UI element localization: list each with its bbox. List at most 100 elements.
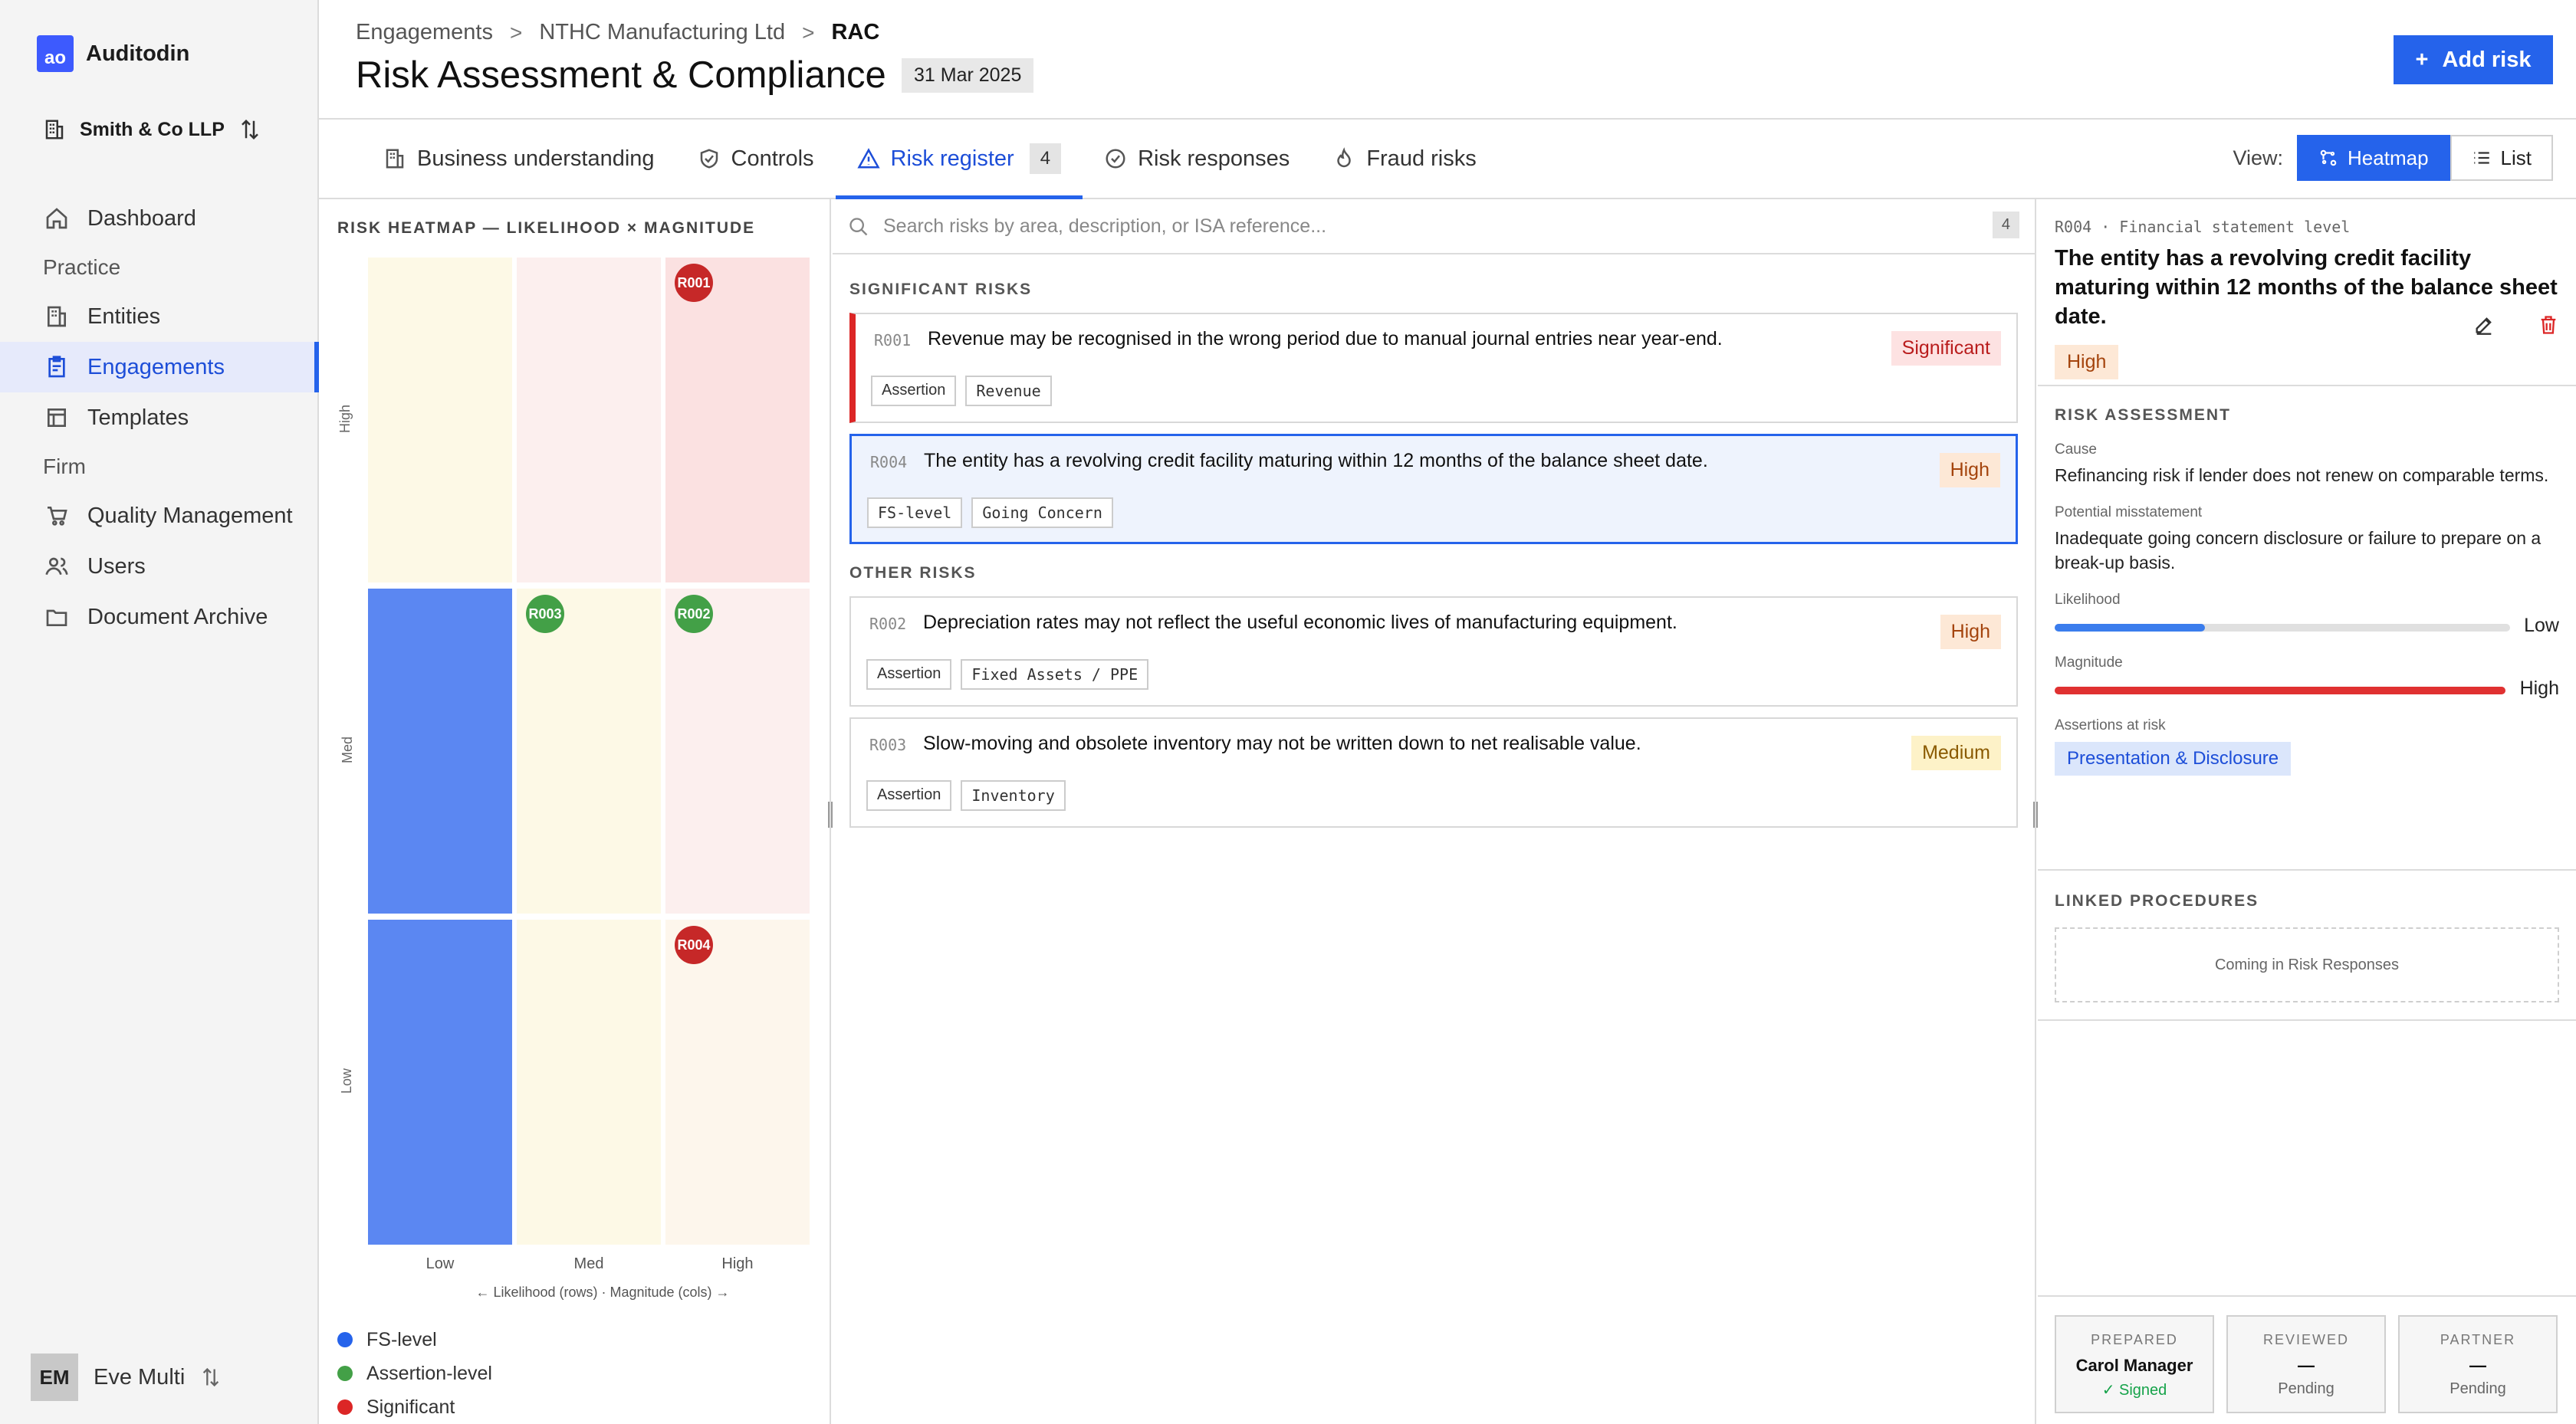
risk-description: Slow-moving and obsolete inventory may n… (923, 733, 1641, 754)
brand[interactable]: ao Auditodin (37, 35, 189, 72)
user-menu[interactable]: EM Eve Multi (31, 1353, 222, 1401)
heatmap-cell-low-low[interactable] (368, 920, 512, 1245)
signoff-name: — (2298, 1356, 2315, 1375)
sidebar-item-quality[interactable]: Quality Management (0, 491, 317, 541)
flame-icon (1337, 147, 1352, 168)
legend-label: Significant (366, 1396, 455, 1418)
risk-card[interactable]: R002 Depreciation rates may not reflect … (849, 596, 2018, 707)
risk-assessment-section: RISK ASSESSMENT Cause Refinancing risk i… (2055, 406, 2559, 776)
sidebar-item-entities[interactable]: Entities (0, 291, 317, 342)
page-header: Engagements > NTHC Manufacturing Ltd > R… (319, 0, 2576, 120)
signoff-role: REVIEWED (2262, 1332, 2349, 1347)
heatmap-cell-high-high[interactable] (665, 258, 810, 582)
legend-item: Significant (337, 1390, 492, 1424)
page-title: Risk Assessment & Compliance (356, 54, 886, 96)
heatmap-legend: FS-level Assertion-level Significant (337, 1323, 492, 1424)
plus-icon: + (2415, 47, 2429, 72)
heatmap-view-button[interactable]: Heatmap (2297, 135, 2450, 181)
tab-count-badge: 4 (1029, 143, 1062, 174)
heatmap-row-label: Low (339, 1068, 355, 1094)
tab-label: Business understanding (417, 146, 655, 171)
sidebar-item-label: Document Archive (87, 604, 268, 629)
signoff-role: PREPARED (2091, 1332, 2178, 1347)
detail-level-badge: High (2055, 345, 2119, 379)
heatmap-marker[interactable]: R003 (526, 595, 564, 633)
risk-description: Revenue may be recognised in the wrong p… (928, 328, 1723, 349)
user-name: Eve Multi (94, 1364, 186, 1390)
view-label: View: (2233, 146, 2284, 169)
heatmap-col-label: Med (573, 1255, 604, 1272)
legend-item: FS-level (337, 1323, 492, 1357)
heatmap-view-label: Heatmap (2348, 146, 2429, 169)
list-icon (2473, 152, 2489, 164)
tab-label: Fraud risks (1366, 146, 1477, 171)
heatmap-cell-low-med[interactable] (517, 920, 661, 1245)
tab-business-understanding[interactable]: Business understanding (362, 120, 676, 198)
risk-card-selected[interactable]: R004 The entity has a revolving credit f… (849, 434, 2018, 544)
risk-tag: Inventory (961, 780, 1066, 811)
list-view-label: List (2500, 146, 2532, 169)
heatmap-cell-high-med[interactable] (517, 258, 661, 582)
risk-level-badge: High (1940, 615, 2001, 649)
search-bar[interactable]: Search risks by area, description, or IS… (833, 199, 2035, 254)
brand-logo: ao (37, 35, 74, 72)
list-view-button[interactable]: List (2450, 135, 2553, 181)
risk-level-badge: High (1939, 453, 2000, 487)
sidebar-nav: Dashboard Practice Entities Engagements … (0, 193, 319, 642)
nav-section-firm: Firm (43, 454, 86, 478)
risk-card[interactable]: R001 Revenue may be recognised in the wr… (849, 313, 2018, 423)
sidebar-item-label: Quality Management (87, 503, 293, 528)
tab-risk-register[interactable]: Risk register 4 (835, 120, 1083, 199)
sidebar-item-templates[interactable]: Templates (0, 392, 317, 443)
signoff-reviewed[interactable]: REVIEWED — Pending (2226, 1315, 2386, 1413)
sidebar-item-dashboard[interactable]: Dashboard (0, 193, 317, 244)
sidebar-item-users[interactable]: Users (0, 541, 317, 592)
risk-id: R002 (869, 615, 907, 633)
tab-fraud-risks[interactable]: Fraud risks (1311, 120, 1497, 198)
heatmap-cell-med-low[interactable] (368, 589, 512, 914)
risk-card[interactable]: R003 Slow-moving and obsolete inventory … (849, 717, 2018, 828)
likelihood-meter: Low (2055, 615, 2559, 638)
heatmap-cell-low-high[interactable] (665, 920, 810, 1245)
detail-header: R004 · Financial statement level The ent… (2055, 218, 2559, 379)
heatmap-marker[interactable]: R004 (675, 926, 713, 964)
tab-risk-responses[interactable]: Risk responses (1083, 120, 1311, 198)
sidebar-item-label: Dashboard (87, 205, 196, 231)
breadcrumb-engagements[interactable]: Engagements (356, 20, 493, 45)
swap-icon (242, 119, 258, 140)
risk-tag: FS-level (867, 497, 963, 528)
heatmap-cell-med-med[interactable] (517, 589, 661, 914)
breadcrumb-entity[interactable]: NTHC Manufacturing Ltd (539, 20, 785, 45)
signoff-partner[interactable]: PARTNER — Pending (2398, 1315, 2558, 1413)
org-switcher[interactable]: Smith & Co LLP (43, 118, 261, 141)
home-icon (46, 208, 67, 229)
tab-label: Risk register (890, 146, 1014, 171)
add-risk-button[interactable]: + Add risk (2394, 35, 2553, 84)
edit-icon[interactable] (2473, 314, 2495, 336)
signoff-role: PARTNER (2440, 1332, 2516, 1347)
sidebar-item-label: Entities (87, 304, 161, 329)
date-badge: 31 Mar 2025 (902, 58, 1034, 93)
heatmap-marker[interactable]: R002 (675, 595, 713, 633)
signoff-name: — (2469, 1356, 2486, 1375)
users-icon (45, 557, 68, 576)
risk-tag: Assertion (866, 780, 952, 811)
assertion-chip: Presentation & Disclosure (2055, 742, 2292, 776)
tab-controls[interactable]: Controls (676, 120, 836, 198)
clipboard-icon (48, 356, 65, 378)
sidebar-item-engagements[interactable]: Engagements (0, 342, 319, 392)
sidebar-item-archive[interactable]: Document Archive (0, 592, 317, 642)
heatmap-marker[interactable]: R001 (675, 264, 713, 302)
misstatement-text: Inadequate going concern disclosure or f… (2055, 528, 2542, 573)
heatmap-cell-med-high[interactable] (665, 589, 810, 914)
trash-icon[interactable] (2538, 314, 2559, 336)
heatmap-cell-high-low[interactable] (368, 258, 512, 582)
legend-swatch (337, 1399, 353, 1415)
risk-tag: Fixed Assets / PPE (961, 659, 1149, 690)
heatmap-grid: R001 R003 R002 R004 (368, 258, 810, 1245)
heatmap-icon (2320, 149, 2337, 166)
search-input[interactable]: Search risks by area, description, or IS… (883, 215, 1326, 238)
divider (2038, 869, 2576, 871)
tab-label: Risk responses (1138, 146, 1290, 171)
signoff-prepared[interactable]: PREPARED Carol Manager ✓ Signed (2055, 1315, 2214, 1413)
